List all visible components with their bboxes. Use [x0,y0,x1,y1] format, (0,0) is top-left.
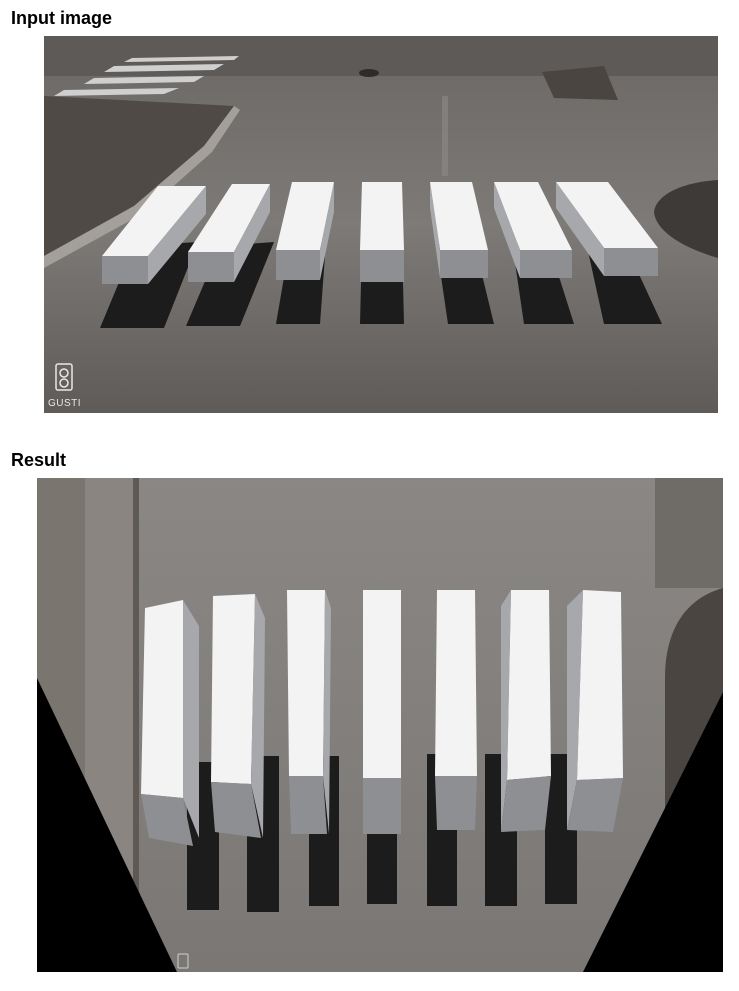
warped-stripe-3 [287,590,325,776]
input-crosswalk-photo: GUSTI [44,36,718,413]
lane-line [442,96,448,176]
warped-stripe-7 [577,590,623,780]
result-image [37,478,723,972]
warped-stripe-2 [211,594,255,784]
warped-stripe-6 [507,590,551,780]
stripe-4 [360,182,404,250]
watermark-text: GUSTI [48,398,81,409]
warped-stripe-5 [435,590,477,776]
result-warped-photo [37,478,723,972]
result-title: Result [11,450,67,470]
manhole [359,69,379,77]
input-image-title: Input image [11,8,113,28]
warped-stripe-1 [141,600,183,798]
input-image: GUSTI [44,36,718,413]
warped-stripe-4 [363,590,401,778]
